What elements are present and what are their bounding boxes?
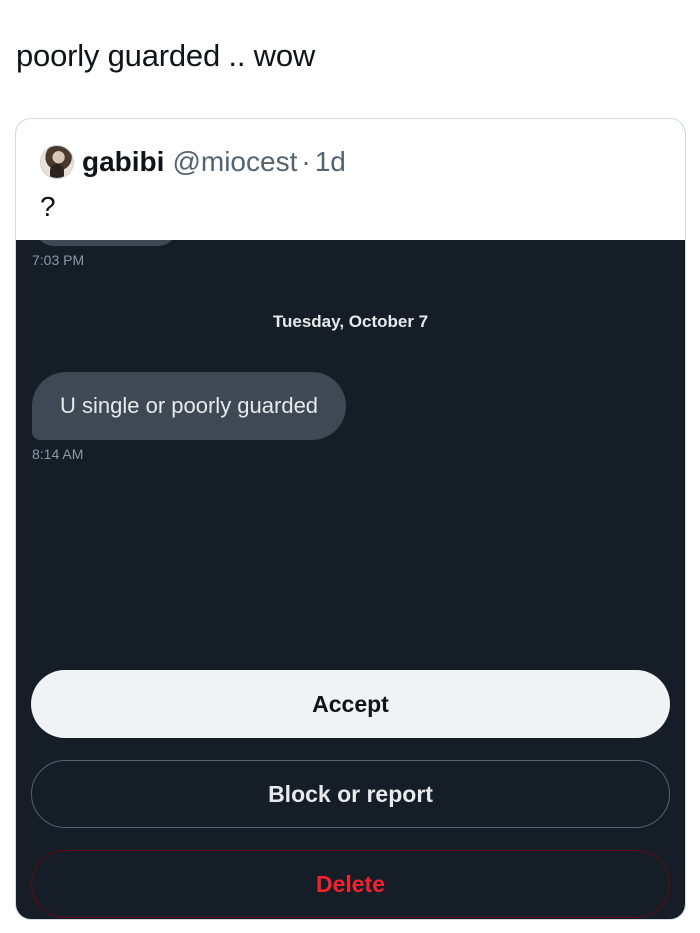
quoted-post-card[interactable]: gabibi @miocest · 1d ? 7:03 PM Tuesday, … xyxy=(15,118,686,920)
post-age[interactable]: 1d xyxy=(315,146,346,178)
message-bubble: U single or poorly guarded xyxy=(32,372,347,440)
block-or-report-button[interactable]: Block or report xyxy=(31,760,670,828)
message-timestamp: 7:03 PM xyxy=(32,252,85,268)
quoted-post-header: gabibi @miocest · 1d xyxy=(40,145,346,179)
delete-button[interactable]: Delete xyxy=(31,850,670,918)
avatar[interactable] xyxy=(40,145,74,179)
display-name[interactable]: gabibi xyxy=(82,146,164,178)
quoted-post-text: ? xyxy=(40,191,56,222)
accept-button[interactable]: Accept xyxy=(31,670,670,738)
message-timestamp: 8:14 AM xyxy=(32,446,84,462)
post-caption: poorly guarded .. wow xyxy=(16,38,316,73)
previous-message-bubble xyxy=(32,240,180,246)
message-text: U single or poorly guarded xyxy=(60,393,319,418)
date-divider: Tuesday, October 7 xyxy=(272,312,429,331)
user-handle[interactable]: @miocest xyxy=(172,146,297,178)
dm-screenshot: 7:03 PM Tuesday, October 7 U single or p… xyxy=(16,240,685,919)
separator-dot: · xyxy=(301,146,311,177)
